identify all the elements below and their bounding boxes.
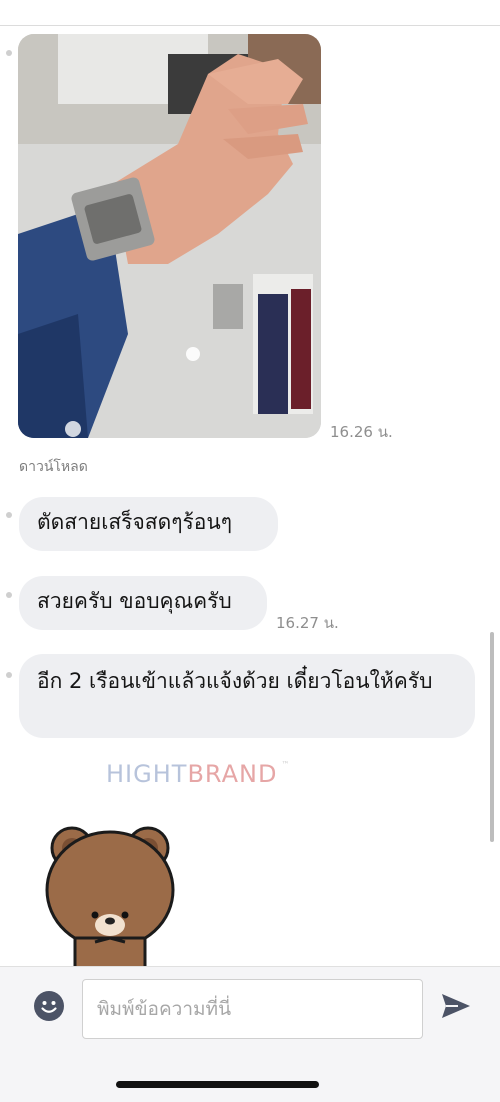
top-divider bbox=[0, 25, 500, 26]
scrollbar[interactable] bbox=[490, 632, 494, 842]
emoji-button[interactable] bbox=[34, 991, 64, 1021]
home-indicator[interactable] bbox=[116, 1081, 319, 1088]
message-input[interactable] bbox=[82, 979, 423, 1039]
brand-part-2: BRAND bbox=[187, 760, 278, 788]
message-bubble[interactable]: อีก 2 เรือนเข้าแล้วแจ้งด้วย เดี๋ยวโอนให้… bbox=[19, 654, 475, 738]
emoji-icon bbox=[41, 1001, 57, 1013]
trademark-symbol: ™ bbox=[281, 760, 291, 769]
message-timestamp: 16.27 น. bbox=[276, 614, 339, 632]
message-bubble[interactable]: ตัดสายเสร็จสดๆร้อนๆ bbox=[19, 497, 278, 551]
watch-photo bbox=[18, 34, 321, 438]
brand-watermark: HIGHTBRAND ™ bbox=[106, 760, 290, 788]
message-text: ตัดสายเสร็จสดๆร้อนๆ bbox=[37, 510, 233, 534]
send-icon bbox=[442, 994, 470, 1018]
sender-indicator-dot bbox=[6, 512, 12, 518]
send-button[interactable] bbox=[440, 991, 472, 1021]
download-link[interactable]: ดาวน์โหลด bbox=[19, 456, 88, 478]
photo-timestamp: 16.26 น. bbox=[330, 423, 393, 441]
message-text: สวยครับ ขอบคุณครับ bbox=[37, 589, 232, 613]
bear-sticker[interactable] bbox=[40, 820, 190, 966]
bear-sticker-icon bbox=[45, 826, 175, 966]
sender-indicator-dot bbox=[6, 592, 12, 598]
brand-part-1: HIGHT bbox=[106, 760, 188, 788]
sender-indicator-dot bbox=[6, 672, 12, 678]
message-bubble[interactable]: สวยครับ ขอบคุณครับ bbox=[19, 576, 267, 630]
message-text: อีก 2 เรือนเข้าแล้วแจ้งด้วย เดี๋ยวโอนให้… bbox=[37, 669, 433, 693]
photo-message[interactable] bbox=[18, 34, 321, 438]
sender-indicator-dot bbox=[6, 50, 12, 56]
